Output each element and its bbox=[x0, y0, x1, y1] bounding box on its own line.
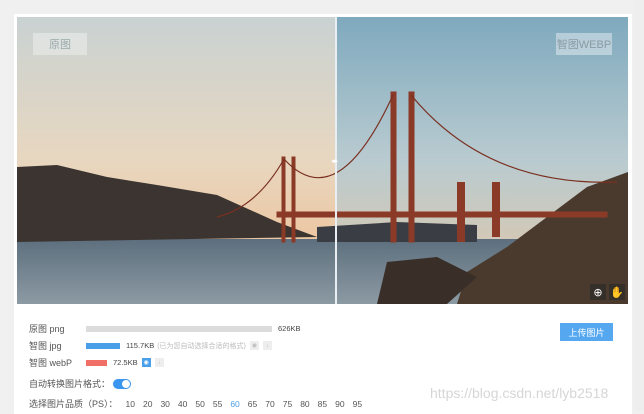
row-smart-webp: 智图 webP 72.5KB ◉ ↓ bbox=[29, 356, 164, 369]
download-icon[interactable]: ↓ bbox=[262, 341, 272, 350]
eye-icon[interactable]: ◉ bbox=[141, 358, 151, 367]
quality-option[interactable]: 95 bbox=[353, 399, 362, 409]
image-compare-viewer[interactable]: 原图 智图WEBP ◂▸ ⊕ ✋ bbox=[17, 17, 628, 304]
quality-option[interactable]: 10 bbox=[126, 399, 135, 409]
page-edge bbox=[634, 0, 644, 411]
format-label: 智图 jpg bbox=[29, 341, 62, 351]
quality-row: 选择图片品质（PS）： 10 20 30 40 50 55 60 65 70 75 80 85 90 95 bbox=[29, 397, 362, 410]
quality-option[interactable]: 65 bbox=[248, 399, 257, 409]
size-bar bbox=[86, 359, 107, 366]
quality-option[interactable]: 80 bbox=[300, 399, 309, 409]
auto-format-note: (已为您自动选择合适的格式) bbox=[157, 342, 246, 350]
quality-option[interactable]: 75 bbox=[283, 399, 292, 409]
file-size: 115.7KB bbox=[126, 341, 155, 350]
quality-option[interactable]: 30 bbox=[160, 399, 169, 409]
download-icon[interactable]: ↓ bbox=[154, 358, 164, 367]
row-smart-jpg: 智图 jpg 115.7KB (已为您自动选择合适的格式) ◉ ↓ bbox=[29, 339, 272, 352]
eye-icon[interactable]: ◉ bbox=[249, 341, 259, 350]
compare-card: 原图 智图WEBP ◂▸ ⊕ ✋ 原图 png 626KB 智图 jpg 115… bbox=[14, 14, 632, 414]
quality-option[interactable]: 40 bbox=[178, 399, 187, 409]
quality-label: 选择图片品质（PS）： bbox=[29, 399, 118, 409]
size-bar bbox=[86, 342, 120, 349]
quality-option[interactable]: 20 bbox=[143, 399, 152, 409]
file-size: 72.5KB bbox=[113, 358, 138, 367]
format-label: 智图 webP bbox=[29, 358, 73, 368]
quality-option[interactable]: 55 bbox=[213, 399, 222, 409]
zoom-in-icon[interactable]: ⊕ bbox=[590, 284, 606, 300]
upload-image-button[interactable]: 上传图片 bbox=[560, 323, 613, 341]
file-size: 626KB bbox=[278, 324, 301, 333]
original-label: 原图 bbox=[33, 33, 87, 55]
drag-arrows-icon[interactable]: ◂▸ bbox=[331, 157, 338, 165]
quality-option[interactable]: 90 bbox=[335, 399, 344, 409]
quality-option[interactable]: 50 bbox=[195, 399, 204, 409]
quality-option[interactable]: 60 bbox=[230, 399, 239, 409]
bridge-photo bbox=[17, 17, 628, 304]
format-label: 原图 png bbox=[29, 324, 65, 334]
row-original-png: 原图 png 626KB bbox=[29, 322, 301, 335]
auto-convert-label: 自动转换图片格式： bbox=[29, 379, 111, 389]
quality-option[interactable]: 70 bbox=[265, 399, 274, 409]
size-bar bbox=[86, 325, 272, 332]
quality-option[interactable]: 85 bbox=[318, 399, 327, 409]
auto-convert-row: 自动转换图片格式： bbox=[29, 377, 132, 390]
watermark: https://blog.csdn.net/lyb2518 bbox=[430, 385, 609, 401]
auto-convert-toggle[interactable] bbox=[113, 378, 132, 389]
hand-pan-icon[interactable]: ✋ bbox=[609, 284, 625, 300]
smart-webp-label: 智图WEBP bbox=[556, 33, 612, 55]
